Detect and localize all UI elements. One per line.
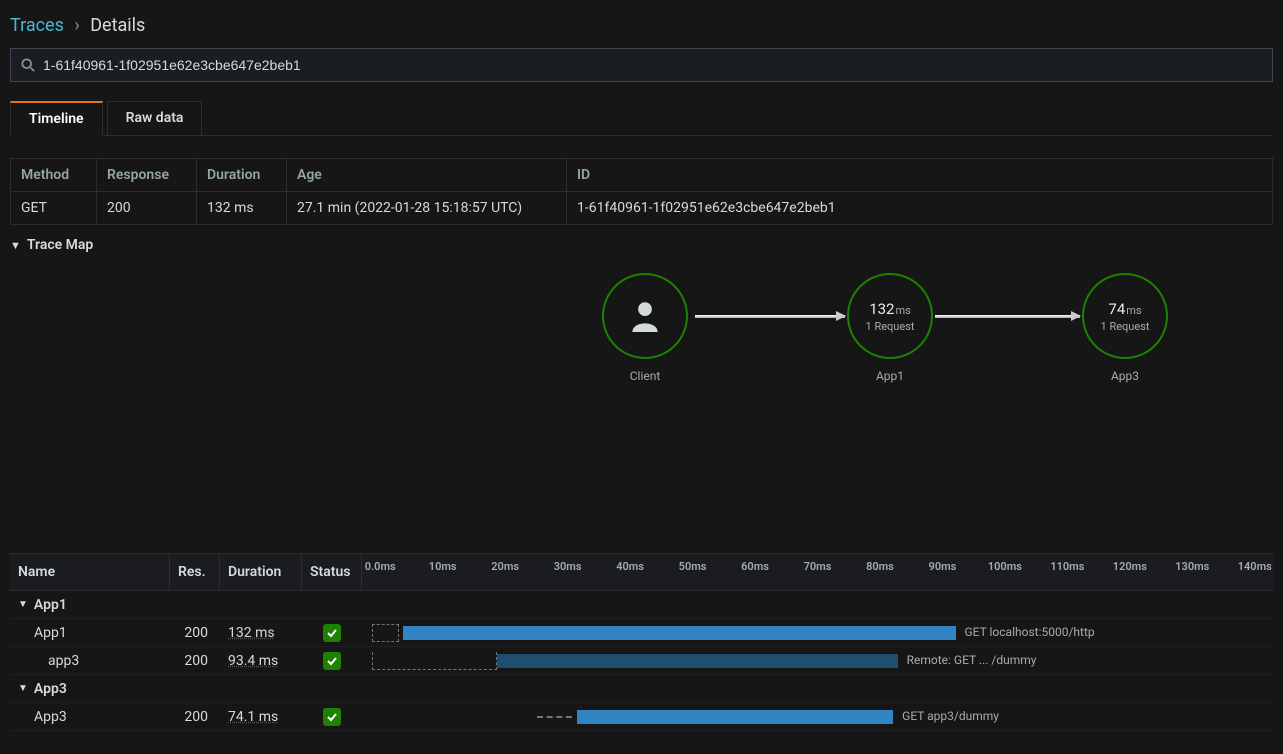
segment-row-app3-remote[interactable]: app3 200 93.4 ms Remote: GET ... /dummy: [10, 647, 1273, 675]
trace-map-title: Trace Map: [27, 237, 93, 253]
segment-group-app1[interactable]: ▼ App1: [10, 591, 1273, 619]
scale-tick: 130ms: [1175, 560, 1209, 573]
group-label: App3: [34, 681, 67, 697]
segment-bar: GET app3/dummy: [362, 703, 1273, 730]
breadcrumb-current: Details: [90, 15, 145, 36]
segment-name: app3: [10, 649, 170, 673]
tab-raw-data[interactable]: Raw data: [107, 101, 203, 136]
node-latency: 132ms: [869, 300, 911, 318]
segment-response: 200: [170, 705, 220, 729]
segment-name: App1: [10, 621, 170, 645]
scale-tick: 10ms: [429, 560, 457, 573]
tab-timeline[interactable]: Timeline: [10, 101, 103, 136]
trace-node-label: Client: [595, 369, 695, 383]
user-icon: [631, 300, 659, 332]
breadcrumb-root-link[interactable]: Traces: [10, 15, 64, 36]
segment-bar: Remote: GET ... /dummy: [362, 647, 1273, 674]
search-icon: [21, 58, 35, 72]
col-duration: Duration: [220, 554, 302, 590]
segment-label: Remote: GET ... /dummy: [907, 653, 1037, 667]
status-ok-icon: [323, 624, 341, 642]
scale-tick: 110ms: [1050, 560, 1084, 573]
trace-edge-client-app1: [695, 315, 845, 318]
chevron-right-icon: ›: [68, 15, 85, 36]
summary-header-method: Method: [11, 159, 97, 192]
segment-bar: GET localhost:5000/http: [362, 619, 1273, 646]
summary-value-duration: 132 ms: [197, 192, 287, 225]
trace-map: Client 132ms 1 Request App1 74ms 1 Reque…: [10, 263, 1273, 523]
status-ok-icon: [323, 708, 341, 726]
col-status: Status: [302, 554, 362, 590]
segment-label: GET localhost:5000/http: [965, 625, 1095, 639]
group-label: App1: [34, 597, 67, 613]
trace-id-search[interactable]: [10, 48, 1273, 82]
summary-header-age: Age: [287, 159, 567, 192]
chevron-down-icon: ▼: [10, 239, 21, 252]
segment-row-app1[interactable]: App1 200 132 ms GET localhost:5000/http: [10, 619, 1273, 647]
scale-tick: 50ms: [679, 560, 707, 573]
chevron-down-icon: ▼: [18, 683, 28, 694]
summary-value-id: 1-61f40961-1f02951e62e3cbe647e2beb1: [567, 192, 1273, 225]
scale-tick: 80ms: [866, 560, 894, 573]
node-requests: 1 Request: [866, 320, 915, 333]
summary-header-response: Response: [97, 159, 197, 192]
trace-node-label: App3: [1075, 369, 1175, 383]
scale-tick: 70ms: [804, 560, 832, 573]
summary-value-response: 200: [97, 192, 197, 225]
segment-duration: 132 ms: [220, 621, 302, 645]
segment-response: 200: [170, 621, 220, 645]
breadcrumb: Traces › Details: [0, 0, 1283, 48]
status-ok-icon: [323, 652, 341, 670]
col-response: Res.: [170, 554, 220, 590]
segment-timeline-header: Name Res. Duration Status 0.0ms 10ms 20ms 3…: [10, 553, 1273, 591]
segment-response: 200: [170, 649, 220, 673]
segment-duration: 74.1 ms: [220, 705, 302, 729]
scale-tick: 140ms: [1238, 560, 1272, 573]
time-scale: 0.0ms 10ms 20ms 30ms 40ms 50ms 60ms 70ms 80ms 90m…: [362, 554, 1273, 590]
segment-label: GET app3/dummy: [902, 709, 999, 723]
segment-row-app3[interactable]: App3 200 74.1 ms GET app3/dummy: [10, 703, 1273, 731]
col-name: Name: [10, 554, 170, 590]
trace-id-input[interactable]: [43, 57, 1262, 73]
segment-name: App3: [10, 705, 170, 729]
trace-edge-app1-app3: [935, 315, 1080, 318]
trace-summary-table: Method Response Duration Age ID GET 200 …: [10, 158, 1273, 225]
segment-duration: 93.4 ms: [220, 649, 302, 673]
segment-group-app3[interactable]: ▼ App3: [10, 675, 1273, 703]
summary-header-duration: Duration: [197, 159, 287, 192]
segment-timeline: Name Res. Duration Status 0.0ms 10ms 20ms 3…: [10, 553, 1273, 731]
scale-tick: 60ms: [741, 560, 769, 573]
trace-node-label: App1: [840, 369, 940, 383]
summary-value-age: 27.1 min (2022-01-28 15:18:57 UTC): [287, 192, 567, 225]
scale-tick: 0.0ms: [365, 560, 396, 573]
summary-header-id: ID: [567, 159, 1273, 192]
scale-tick: 40ms: [616, 560, 644, 573]
summary-value-method: GET: [11, 192, 97, 225]
trace-map-toggle[interactable]: ▼ Trace Map: [10, 237, 1273, 253]
node-latency: 74ms: [1108, 300, 1141, 318]
trace-node-app3[interactable]: 74ms 1 Request App3: [1075, 273, 1175, 383]
node-requests: 1 Request: [1101, 320, 1150, 333]
trace-node-app1[interactable]: 132ms 1 Request App1: [840, 273, 940, 383]
chevron-down-icon: ▼: [18, 599, 28, 610]
scale-tick: 30ms: [554, 560, 582, 573]
scale-tick: 90ms: [929, 560, 957, 573]
trace-node-client[interactable]: Client: [595, 273, 695, 383]
scale-tick: 100ms: [988, 560, 1022, 573]
scale-tick: 20ms: [491, 560, 519, 573]
detail-tabs: Timeline Raw data: [10, 100, 1273, 136]
scale-tick: 120ms: [1113, 560, 1147, 573]
